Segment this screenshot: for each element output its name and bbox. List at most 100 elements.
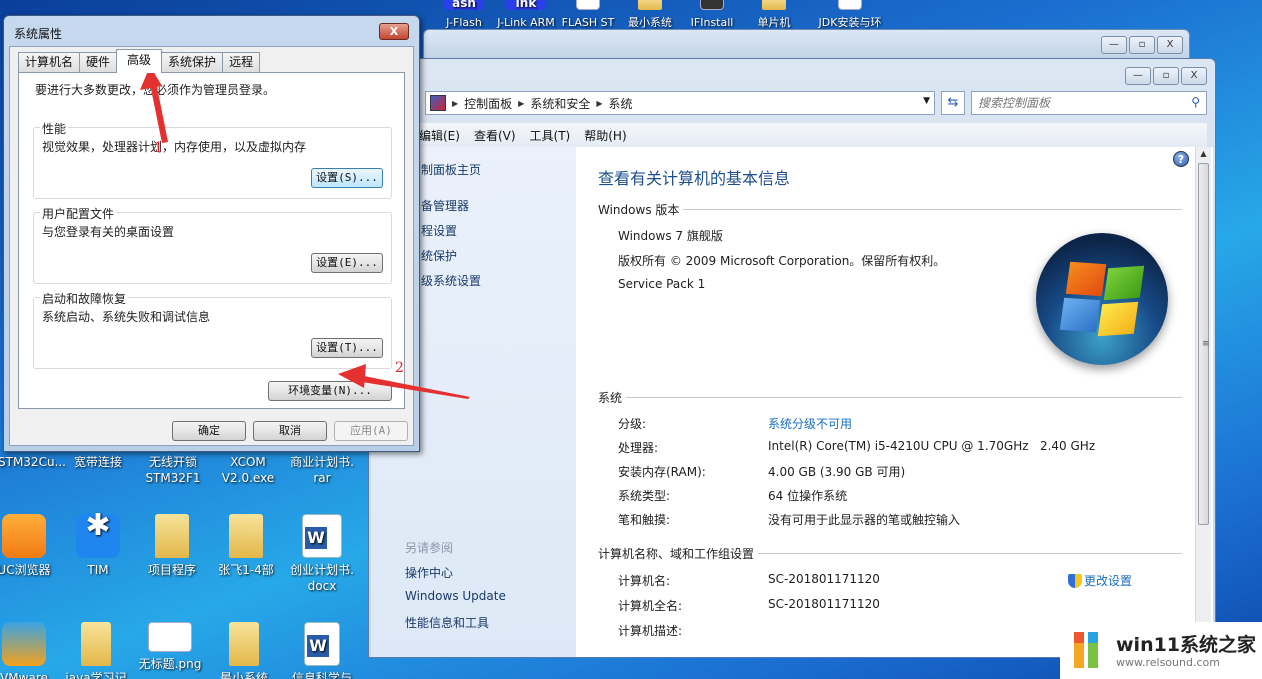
scroll-up-arrow-icon[interactable]: ▲ (1196, 147, 1211, 161)
breadcrumb-system[interactable]: 系统 (609, 95, 633, 112)
uac-shield-icon (1068, 573, 1082, 588)
main-pane: ? 查看有关计算机的基本信息 Windows 版本 Windows 7 旗舰版 … (576, 147, 1213, 657)
control-panel-window: — ▫ X ▶ 控制面板 ▶ 系统和安全 ▶ 系统 ▼ ⇆ ⚲ 编辑(E) 查看… (368, 58, 1216, 658)
desktop-icon-zhangfei[interactable]: 张飞1-4部 (206, 514, 286, 578)
chevron-right-icon[interactable]: ▶ (596, 99, 602, 108)
background-window[interactable]: — ▫ X (423, 29, 1190, 59)
label-pen-touch: 笔和触摸: (618, 513, 671, 527)
desktop-icon-vmware[interactable]: VMware (0, 622, 64, 679)
tab-system-protection[interactable]: 系统保护 (161, 52, 224, 72)
folder-icon (638, 0, 662, 10)
close-button[interactable]: X (1157, 36, 1183, 54)
chevron-right-icon[interactable]: ▶ (452, 99, 458, 108)
help-icon[interactable]: ? (1173, 151, 1189, 167)
minimize-button[interactable]: — (1125, 67, 1151, 85)
watermark: win11系统之家 www.relsound.com (1060, 622, 1262, 679)
desktop-icon-tim[interactable]: TIM (58, 514, 138, 578)
see-also-windows-update[interactable]: Windows Update (405, 589, 506, 603)
menu-tools[interactable]: 工具(T) (530, 127, 571, 144)
close-button[interactable]: X (1181, 67, 1207, 85)
startup-recovery-settings-button[interactable]: 设置(T)... (311, 338, 383, 358)
value-rating-link[interactable]: 系统分级不可用 (768, 415, 852, 432)
desktop-icon-mcu[interactable]: 单片机 (744, 0, 804, 31)
group-description: 视觉效果，处理器计划，内存使用，以及虚拟内存 (42, 140, 307, 154)
control-panel-icon (430, 95, 446, 111)
scroll-thumb[interactable]: ≡ (1198, 163, 1210, 525)
desktop-icon-ifinstall[interactable]: IFInstall (682, 0, 742, 31)
minimize-button[interactable]: — (1101, 36, 1127, 54)
vertical-scrollbar[interactable]: ▲ ≡ (1195, 147, 1211, 657)
search-input[interactable] (978, 96, 1178, 110)
maximize-button[interactable]: ▫ (1129, 36, 1155, 54)
environment-variables-button[interactable]: 环境变量(N)... (268, 381, 392, 401)
see-also-performance-tools[interactable]: 性能信息和工具 (405, 614, 489, 631)
breadcrumb-system-security[interactable]: 系统和安全 (530, 95, 590, 112)
value-full-name: SC-201801171120 (768, 597, 880, 611)
tab-remote[interactable]: 远程 (222, 52, 261, 72)
jlink-icon: ink (506, 0, 546, 10)
chevron-right-icon[interactable]: ▶ (518, 99, 524, 108)
search-box[interactable]: ⚲ (971, 91, 1207, 115)
desktop-icon-java-notes[interactable]: java学习记 (56, 622, 136, 679)
label-computer-name: 计算机名: (618, 574, 671, 588)
desktop-top-icons: ash J-Flash ARM ink J-Link ARM FLASH ST … (420, 0, 1020, 46)
breadcrumb-control-panel[interactable]: 控制面板 (464, 95, 512, 112)
group-title: 用户配置文件 (40, 205, 117, 222)
desktop-icon-min-system[interactable]: 最小系统 (620, 0, 680, 31)
desktop-icon-wireless-lock[interactable]: 无线开锁 STM32F1 (132, 454, 214, 486)
group-startup-recovery: 启动和故障恢复 系统启动、系统失败和调试信息 设置(T)... (33, 290, 392, 369)
nav-link-advanced-settings[interactable]: 级系统设置 (421, 272, 481, 289)
menu-edit[interactable]: 编辑(E) (419, 127, 460, 144)
apply-button[interactable]: 应用(A) (334, 421, 408, 441)
control-panel-content: 制面板主页 备管理器 程设置 统保护 级系统设置 另请参阅 操作中心 Windo… (371, 147, 1213, 657)
desktop-icon-jlink[interactable]: ink J-Link ARM (496, 0, 556, 31)
menu-help[interactable]: 帮助(H) (584, 127, 626, 144)
uc-browser-icon (2, 514, 46, 558)
desktop-icon-broadband[interactable]: 宽带连接 (58, 454, 138, 470)
value-processor: Intel(R) Core(TM) i5-4210U CPU @ 1.70GHz… (768, 439, 1096, 453)
see-also-action-center[interactable]: 操作中心 (405, 564, 453, 581)
desktop-icon-project-program[interactable]: 项目程序 (132, 514, 212, 578)
search-icon[interactable]: ⚲ (1191, 95, 1200, 109)
change-settings-link[interactable]: 更改设置 (1068, 572, 1132, 589)
close-button[interactable]: X (379, 23, 409, 40)
nav-link-control-panel-home[interactable]: 制面板主页 (421, 161, 481, 178)
cancel-button[interactable]: 取消 (253, 421, 327, 441)
desktop-icon-startup-plan-docx[interactable]: 创业计划书. docx (282, 514, 362, 594)
chevron-down-icon[interactable]: ▼ (923, 96, 930, 106)
tab-advanced[interactable]: 高级 (116, 49, 163, 73)
label-description: 计算机描述: (618, 624, 683, 638)
word-doc-icon (304, 622, 340, 666)
desktop-icon-info-science[interactable]: 信息科学与 (282, 622, 362, 679)
word-doc-icon (302, 514, 342, 558)
tab-computer-name[interactable]: 计算机名 (18, 52, 81, 72)
divider (758, 553, 1182, 554)
address-bar[interactable]: ▶ 控制面板 ▶ 系统和安全 ▶ 系统 ▼ (425, 91, 935, 115)
nav-link-remote-settings[interactable]: 程设置 (421, 222, 457, 239)
menu-view[interactable]: 查看(V) (474, 127, 516, 144)
dialog-title: 系统属性 (14, 27, 63, 41)
value-computer-name: SC-201801171120 (768, 572, 880, 586)
desktop-icon-jdk[interactable]: JDK安装与环 (812, 0, 888, 31)
service-pack: Service Pack 1 (618, 277, 706, 291)
desktop-icon-business-plan-rar[interactable]: 商业计划书. rar (282, 454, 362, 486)
desktop-icon-untitled-png[interactable]: 无标题.png (130, 622, 210, 672)
annotation-step-1: 1 (154, 140, 163, 156)
desktop-icon-uc-browser[interactable]: UC浏览器 (0, 514, 64, 578)
tab-hardware[interactable]: 硬件 (79, 52, 118, 72)
desktop-icon-flash-st[interactable]: FLASH ST (558, 0, 618, 31)
refresh-button[interactable]: ⇆ (941, 91, 965, 115)
performance-settings-button[interactable]: 设置(S)... (311, 168, 383, 188)
desktop-icon-min-system-2[interactable]: 最小系统 (204, 622, 284, 679)
nav-link-system-protection[interactable]: 统保护 (421, 247, 457, 264)
group-user-profiles: 用户配置文件 与您登录有关的桌面设置 设置(E)... (33, 205, 392, 284)
nav-link-device-manager[interactable]: 备管理器 (421, 197, 469, 214)
refresh-icon: ⇆ (947, 95, 959, 110)
maximize-button[interactable]: ▫ (1153, 67, 1179, 85)
folder-icon (762, 0, 786, 10)
divider (683, 209, 1182, 210)
vmware-icon (2, 622, 46, 666)
ok-button[interactable]: 确定 (172, 421, 246, 441)
desktop-icon-xcom[interactable]: XCOM V2.0.exe (208, 454, 288, 486)
user-profiles-settings-button[interactable]: 设置(E)... (311, 253, 383, 273)
